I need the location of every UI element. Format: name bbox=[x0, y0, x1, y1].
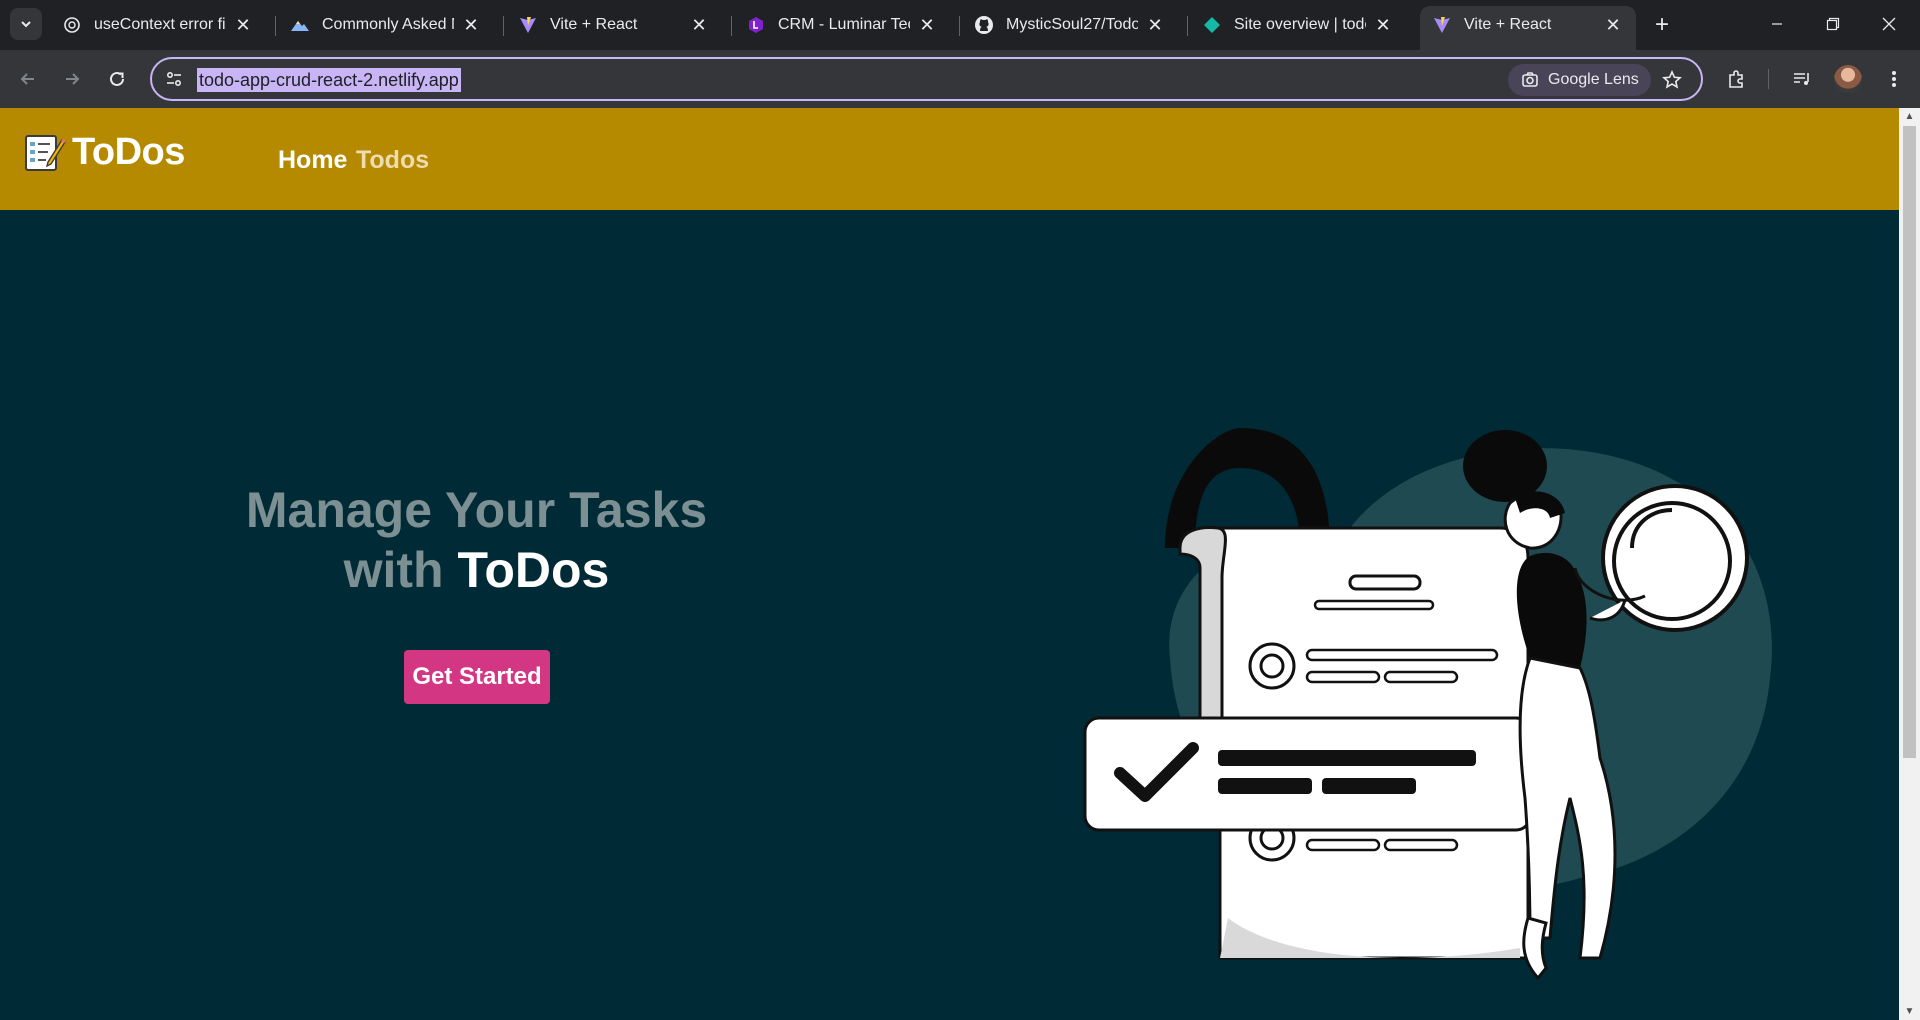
tab-crm[interactable]: CRM - Luminar Techn ✕ bbox=[734, 6, 950, 44]
arrow-right-icon bbox=[66, 73, 80, 85]
tab-github[interactable]: MysticSoul27/Todo-c ✕ bbox=[962, 6, 1178, 44]
vite-icon bbox=[1432, 15, 1452, 35]
restore-button[interactable] bbox=[1810, 6, 1856, 42]
netlify-icon bbox=[1202, 15, 1222, 35]
close-icon[interactable]: ✕ bbox=[1602, 14, 1624, 36]
site-navbar: ToDos Home Todos bbox=[0, 108, 1899, 210]
close-icon bbox=[1882, 17, 1896, 31]
minimize-button[interactable] bbox=[1754, 6, 1800, 42]
hero-title-brand: ToDos bbox=[457, 542, 610, 598]
crm-icon bbox=[746, 15, 766, 35]
close-icon[interactable]: ✕ bbox=[916, 14, 938, 36]
reload-icon bbox=[110, 71, 124, 86]
notepad-logo-icon bbox=[25, 135, 66, 171]
page-scrollbar[interactable]: ▲ ▼ bbox=[1899, 108, 1920, 1020]
close-window-button[interactable] bbox=[1866, 6, 1912, 42]
bookmark-star-icon[interactable] bbox=[1660, 68, 1684, 92]
mountain-icon bbox=[290, 15, 310, 35]
tab-usecontext[interactable]: useContext error fix ✕ bbox=[50, 6, 266, 44]
page-viewport: ToDos Home Todos Manage Your Tasks with … bbox=[0, 108, 1899, 1020]
close-icon[interactable]: ✕ bbox=[1144, 14, 1166, 36]
google-lens-button[interactable]: Google Lens bbox=[1508, 64, 1651, 96]
back-button[interactable] bbox=[12, 63, 44, 95]
reload-button[interactable] bbox=[101, 63, 133, 95]
browser-menu-button[interactable] bbox=[1878, 63, 1910, 95]
tab-strip: useContext error fix ✕ Commonly Asked Mc… bbox=[0, 0, 1920, 50]
new-tab-button[interactable]: + bbox=[1648, 11, 1676, 39]
tab-title: Commonly Asked Mc bbox=[322, 16, 454, 33]
close-icon[interactable]: ✕ bbox=[460, 14, 482, 36]
toolbar-divider bbox=[1768, 69, 1769, 89]
playlist-icon bbox=[1794, 73, 1809, 85]
restore-icon bbox=[1826, 17, 1840, 31]
tab-title: useContext error fix bbox=[94, 16, 226, 33]
tab-title: Vite + React bbox=[550, 16, 638, 33]
scroll-down-arrow[interactable]: ▼ bbox=[1899, 1003, 1920, 1020]
google-lens-label: Google Lens bbox=[1548, 71, 1639, 88]
tab-title: Vite + React bbox=[1464, 16, 1552, 33]
get-started-button[interactable]: Get Started bbox=[404, 650, 550, 704]
more-vert-icon bbox=[1892, 71, 1896, 87]
tab-title: Site overview | todo- bbox=[1234, 16, 1366, 33]
tab-vite-react-active[interactable]: Vite + React ✕ bbox=[1420, 6, 1636, 50]
brand[interactable]: ToDos bbox=[22, 130, 185, 174]
tab-netlify[interactable]: Site overview | todo- ✕ bbox=[1190, 6, 1406, 44]
tab-separator bbox=[275, 16, 276, 36]
scroll-thumb[interactable] bbox=[1903, 126, 1916, 758]
url-text[interactable]: todo-app-crud-react-2.netlify.app bbox=[197, 68, 461, 92]
site-info-icon[interactable] bbox=[164, 69, 184, 89]
camera-icon bbox=[1520, 70, 1540, 90]
tab-separator bbox=[731, 16, 732, 36]
hero-title-with: with bbox=[343, 542, 444, 598]
browser-toolbar: todo-app-crud-react-2.netlify.app Google… bbox=[0, 50, 1920, 108]
tab-title: CRM - Luminar Techn bbox=[778, 16, 910, 33]
vite-icon bbox=[518, 15, 538, 35]
nav-link-todos[interactable]: Todos bbox=[356, 146, 429, 175]
close-icon[interactable]: ✕ bbox=[232, 14, 254, 36]
chevron-down-icon bbox=[21, 21, 31, 28]
address-bar[interactable]: todo-app-crud-react-2.netlify.app Google… bbox=[150, 57, 1703, 101]
arrow-left-icon bbox=[20, 73, 34, 85]
openai-icon bbox=[62, 15, 82, 35]
hero-title: Manage Your Tasks with ToDos bbox=[240, 480, 713, 600]
tab-search-button[interactable] bbox=[10, 8, 42, 40]
profile-avatar[interactable] bbox=[1834, 65, 1862, 93]
media-controls-button[interactable] bbox=[1786, 63, 1818, 95]
brand-name: ToDos bbox=[72, 130, 185, 173]
github-icon bbox=[974, 15, 994, 35]
todo-checklist-illustration bbox=[1083, 428, 1772, 981]
scroll-up-arrow[interactable]: ▲ bbox=[1899, 108, 1920, 125]
tab-separator bbox=[959, 16, 960, 36]
tab-vite-react-1[interactable]: Vite + React ✕ bbox=[506, 6, 722, 44]
tab-commonly-asked[interactable]: Commonly Asked Mc ✕ bbox=[278, 6, 494, 44]
forward-button[interactable] bbox=[56, 63, 88, 95]
hero-title-line1: Manage Your Tasks bbox=[245, 482, 708, 538]
close-icon[interactable]: ✕ bbox=[688, 14, 710, 36]
tab-separator bbox=[1187, 16, 1188, 36]
extensions-button[interactable] bbox=[1720, 63, 1752, 95]
close-icon[interactable]: ✕ bbox=[1372, 14, 1394, 36]
puzzle-icon bbox=[1729, 70, 1743, 88]
tab-separator bbox=[503, 16, 504, 36]
nav-link-home[interactable]: Home bbox=[278, 146, 347, 175]
minimize-icon bbox=[1772, 23, 1782, 25]
tab-title: MysticSoul27/Todo-c bbox=[1006, 16, 1138, 33]
